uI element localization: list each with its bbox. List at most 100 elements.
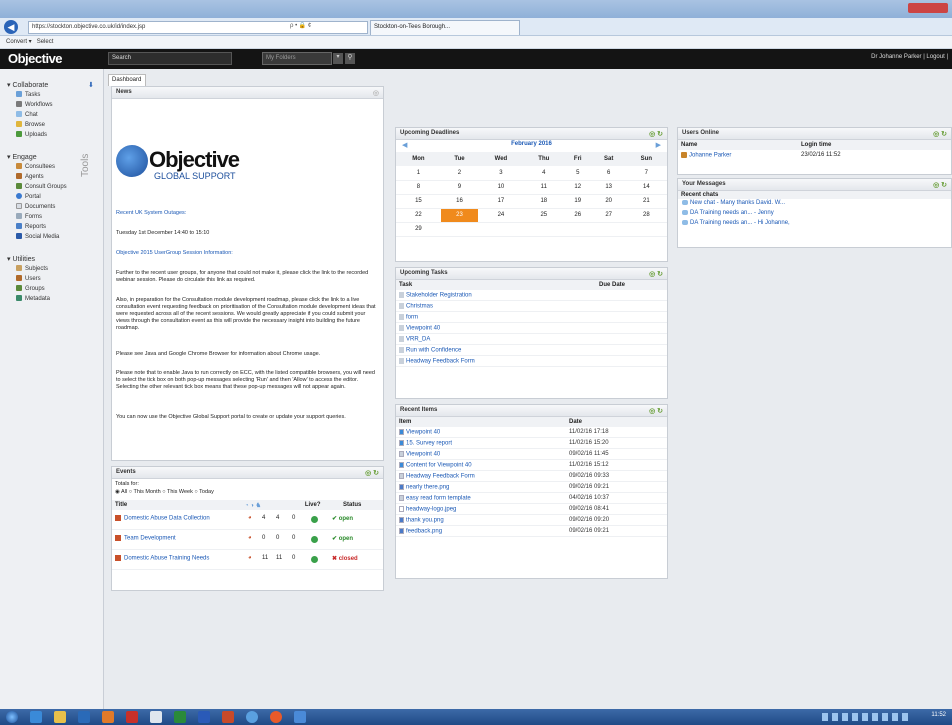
tab-dashboard[interactable]: Dashboard (108, 74, 146, 86)
calendar-day[interactable]: 6 (591, 166, 626, 181)
recent-item-name[interactable]: nearly there.png (406, 485, 449, 491)
refresh-icon[interactable]: ◎ ↻ (365, 469, 379, 477)
checkmark-app-icon[interactable] (150, 711, 162, 723)
calendar-day[interactable]: 27 (591, 208, 626, 223)
calendar-day[interactable]: 12 (563, 180, 592, 195)
refresh-icon[interactable]: ◎ ↻ (649, 270, 663, 278)
filter-all[interactable]: ◉ All (115, 489, 127, 495)
calendar-day[interactable]: 2 (440, 166, 479, 181)
task-row[interactable]: form (396, 312, 667, 323)
recent-item-name[interactable]: thank you.png (406, 518, 444, 524)
ie-icon[interactable] (30, 711, 42, 723)
events-filter-group[interactable]: ◉ All ○ This Month ○ This Week ○ Today (115, 489, 214, 496)
sidebar-item-tasks[interactable]: Tasks (16, 91, 40, 100)
recent-item-row[interactable]: headway-logo.jpeg 09/02/16 08:41 (396, 504, 667, 515)
recent-item-row[interactable]: thank you.png 09/02/16 09:20 (396, 515, 667, 526)
calendar-day[interactable]: 25 (523, 208, 564, 223)
calendar-day[interactable]: 1 (396, 166, 441, 181)
media-icon[interactable] (78, 711, 90, 723)
chrome-icon[interactable] (270, 711, 282, 723)
calendar-day[interactable]: 18 (523, 194, 564, 209)
sidebar-item-reports[interactable]: Reports (16, 223, 46, 232)
recent-item-name[interactable]: feedback.png (406, 529, 442, 535)
task-row[interactable]: Headway Feedback Form (396, 356, 667, 367)
sidebar-item-users[interactable]: Users (16, 275, 41, 284)
app-icon[interactable] (246, 711, 258, 723)
calendar-day[interactable]: 17 (478, 194, 524, 209)
calendar-day[interactable]: 15 (396, 194, 441, 209)
calendar-day[interactable]: 9 (440, 180, 479, 195)
prev-month-icon[interactable]: ◀ (402, 141, 407, 149)
window-controls[interactable] (908, 3, 948, 13)
event-row[interactable]: Domestic Abuse Data Collection ◕ 4 4 0 ✔ open (112, 510, 383, 530)
calendar-day[interactable]: 24 (478, 208, 524, 223)
filter-this-week[interactable]: ○ This Week (162, 489, 193, 495)
chevron-down-icon[interactable]: ▾ (333, 53, 343, 64)
folder-select[interactable]: My Folders (262, 52, 332, 65)
user-links[interactable]: Dr Johanne Parker | Logout | (871, 54, 948, 60)
calendar-day[interactable]: 5 (563, 166, 592, 181)
recent-item-name[interactable]: headway-logo.jpeg (406, 507, 456, 513)
sidebar-item-consultees[interactable]: Consultees (16, 163, 55, 172)
taskbar-clock[interactable]: 11:52 (931, 712, 946, 718)
recent-item-name[interactable]: Viewpoint 40 (406, 452, 440, 458)
sidebar-item-browse[interactable]: Browse (16, 121, 45, 130)
recent-item-name[interactable]: Content for Viewpoint 40 (406, 463, 472, 469)
filter-today[interactable]: ○ Today (194, 489, 213, 495)
col-status[interactable]: Status (340, 500, 383, 510)
col-login-time[interactable]: Login time (798, 140, 951, 150)
excel-icon[interactable] (174, 711, 186, 723)
recent-item-name[interactable]: 15. Survey report (406, 441, 452, 447)
sidebar-item-workflows[interactable]: Workflows (16, 101, 53, 110)
event-title[interactable]: Domestic Abuse Data Collection (124, 516, 210, 522)
user-name-link[interactable]: Johanne Parker (689, 152, 731, 158)
browser-tab[interactable]: Stockton-on-Tees Borough... (370, 20, 520, 35)
col-name[interactable]: Name (678, 140, 798, 150)
task-row[interactable]: Christmas (396, 301, 667, 312)
sidebar-item-subjects[interactable]: Subjects (16, 265, 48, 274)
system-tray-icons[interactable] (822, 713, 912, 721)
calendar-day[interactable]: 11 (523, 180, 564, 195)
calendar-day[interactable]: 29 (396, 222, 441, 237)
calendar-day[interactable]: 7 (625, 166, 667, 181)
sidebar-item-documents[interactable]: Documents (16, 203, 55, 212)
calendar-day[interactable]: 22 (396, 208, 441, 223)
convert-button[interactable]: Convert (6, 39, 27, 45)
calendar-day[interactable]: 13 (591, 180, 626, 195)
search-icon[interactable]: ⚲ (345, 53, 355, 64)
recent-item-row[interactable]: 15. Survey report 11/02/16 15:20 (396, 438, 667, 449)
recent-item-name[interactable]: Headway Feedback Form (406, 474, 475, 480)
explorer-icon[interactable] (54, 711, 66, 723)
refresh-icon[interactable]: ◎ ↻ (933, 130, 947, 138)
col-date[interactable]: Date (566, 417, 667, 427)
sidebar-item-agents[interactable]: Agents (16, 173, 44, 182)
sidebar-section-utilities[interactable]: ▾ Utilities (7, 255, 35, 263)
event-title[interactable]: Domestic Abuse Training Needs (124, 556, 209, 562)
sidebar-item-groups[interactable]: Groups (16, 285, 45, 294)
col-due-date[interactable]: Due Date (596, 280, 667, 290)
col-title[interactable]: Title (112, 500, 242, 510)
next-month-icon[interactable]: ▶ (656, 141, 661, 149)
calendar-day[interactable]: 19 (563, 194, 592, 209)
recent-item-row[interactable]: Viewpoint 40 11/02/16 17:18 (396, 427, 667, 438)
sidebar-item-chat[interactable]: Chat (16, 111, 38, 120)
search-input[interactable]: Search (108, 52, 232, 65)
refresh-icon[interactable]: ◎ (373, 89, 379, 97)
start-button-icon[interactable] (6, 711, 18, 723)
chat-row[interactable]: DA Training needs an... - Jenny (678, 209, 951, 219)
recent-item-row[interactable]: Headway Feedback Form 09/02/16 09:33 (396, 471, 667, 482)
sidebar-item-uploads[interactable]: Uploads (16, 131, 47, 140)
calendar-day[interactable]: 21 (625, 194, 667, 209)
address-icons[interactable]: ρ • 🔒 ¢ (290, 22, 311, 29)
sidebar-item-portal[interactable]: Portal (16, 193, 41, 202)
pin-icon[interactable]: ⬇ (88, 81, 94, 89)
tools-label[interactable]: Tools (80, 154, 91, 177)
chat-row[interactable]: DA Training needs an... - Hi Johanne, (678, 219, 951, 229)
calendar-day[interactable]: 3 (478, 166, 524, 181)
user-row[interactable]: Johanne Parker 23/02/16 11:52 (678, 150, 951, 160)
recent-item-row[interactable]: nearly there.png 09/02/16 09:21 (396, 482, 667, 493)
chat-row[interactable]: New chat - Many thanks David. W... (678, 199, 951, 209)
col-live[interactable]: Live? (302, 500, 340, 510)
calendar-day[interactable]: 4 (523, 166, 564, 181)
event-title[interactable]: Team Development (124, 536, 176, 542)
